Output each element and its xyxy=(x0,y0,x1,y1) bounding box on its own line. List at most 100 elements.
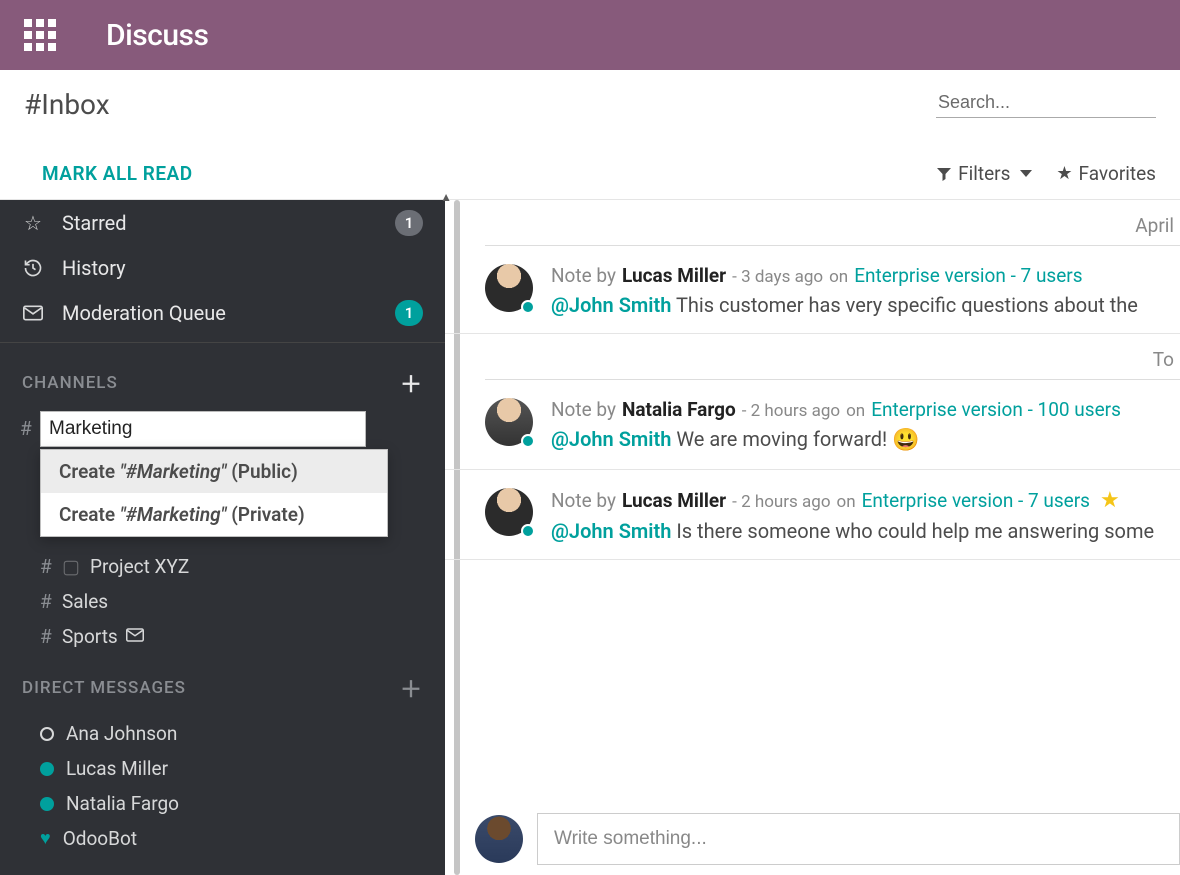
heart-icon: ♥ xyxy=(40,828,51,849)
envelope-icon xyxy=(126,627,144,647)
channel-name-input[interactable] xyxy=(40,411,366,447)
note-by-label: Note by xyxy=(551,398,616,421)
note-by-label: Note by xyxy=(551,264,616,287)
sidebar-item-label: History xyxy=(62,256,423,280)
author-name: Lucas Miller xyxy=(622,264,726,287)
presence-online-icon xyxy=(521,434,535,448)
presence-online-icon xyxy=(40,762,54,776)
message-header: Note by Natalia Fargo - 2 hours ago on E… xyxy=(551,398,1180,421)
mention[interactable]: @John Smith xyxy=(551,519,671,543)
composer xyxy=(475,813,1180,865)
date-separator: April xyxy=(485,200,1180,246)
channel-item[interactable]: # Sports xyxy=(40,619,445,654)
message-body: We are moving forward! xyxy=(676,427,892,451)
apps-grid-icon[interactable] xyxy=(24,19,56,51)
search-input[interactable] xyxy=(936,88,1156,118)
message-header: Note by Lucas Miller - 2 hours ago on En… xyxy=(551,488,1180,513)
avatar xyxy=(485,488,533,536)
channel-label: Sports xyxy=(62,625,118,648)
filters-button[interactable]: Filters xyxy=(936,162,1032,185)
on-label: on xyxy=(846,401,865,421)
message-time: - 2 hours ago xyxy=(742,401,840,421)
content-area: April Note by Lucas Miller - 3 days ago … xyxy=(445,200,1180,875)
channel-item[interactable]: # ▢ Project XYZ xyxy=(40,549,445,584)
message-body: Is there someone who could help me answe… xyxy=(676,519,1154,543)
channel-label: Project XYZ xyxy=(90,555,189,578)
badge: 1 xyxy=(395,300,423,326)
hash-icon: # xyxy=(40,590,54,613)
avatar xyxy=(485,398,533,446)
channel-item[interactable]: # Sales xyxy=(40,584,445,619)
message-text: @John Smith This customer has very speci… xyxy=(551,293,1180,317)
dm-item[interactable]: Ana Johnson xyxy=(40,716,445,751)
emoji-icon: 😃 xyxy=(892,428,919,453)
hash-icon: # xyxy=(40,555,54,578)
channels-heading: CHANNELS xyxy=(22,373,118,393)
channels-heading-row: CHANNELS ＋ xyxy=(0,353,445,409)
mark-all-read-button[interactable]: MARK ALL READ xyxy=(24,162,193,185)
main: ▲ ☆ Starred 1 History Moderation Queue 1 xyxy=(0,200,1180,875)
message: Note by Lucas Miller - 3 days ago on Ent… xyxy=(445,246,1180,334)
author-name: Lucas Miller xyxy=(622,489,726,512)
create-suffix: (Private) xyxy=(231,503,304,526)
message-text: @John Smith Is there someone who could h… xyxy=(551,519,1180,543)
dm-name: Ana Johnson xyxy=(66,722,177,745)
record-link[interactable]: Enterprise version - 7 users xyxy=(862,489,1090,512)
dm-heading: DIRECT MESSAGES xyxy=(22,678,186,698)
sidebar-item-label: Moderation Queue xyxy=(62,301,377,325)
history-icon xyxy=(22,258,44,278)
date-separator: To xyxy=(485,334,1180,380)
dm-list: Ana Johnson Lucas Miller Natalia Fargo ♥… xyxy=(0,714,445,860)
channel-create-wrap: # Create "#Marketing" (Public) Create "#… xyxy=(40,411,445,447)
create-term: "#Marketing" xyxy=(120,460,227,483)
message-body: This customer has very specific question… xyxy=(676,293,1138,317)
badge: 1 xyxy=(395,210,423,236)
add-channel-button[interactable]: ＋ xyxy=(400,367,423,399)
current-user-avatar xyxy=(475,815,523,863)
sidebar-item-starred[interactable]: ☆ Starred 1 xyxy=(0,200,445,246)
message-time: - 3 days ago xyxy=(732,267,823,287)
filter-group: Filters ★ Favorites xyxy=(936,162,1156,185)
record-link[interactable]: Enterprise version - 7 users xyxy=(854,264,1082,287)
dm-name: Lucas Miller xyxy=(66,757,168,780)
record-link[interactable]: Enterprise version - 100 users xyxy=(871,398,1121,421)
message: Note by Lucas Miller - 2 hours ago on En… xyxy=(445,470,1180,560)
create-private-option[interactable]: Create "#Marketing" (Private) xyxy=(41,493,387,536)
author-name: Natalia Fargo xyxy=(622,398,736,421)
create-term: "#Marketing" xyxy=(120,503,227,526)
dm-name: Natalia Fargo xyxy=(66,792,179,815)
channel-create-dropdown: Create "#Marketing" (Public) Create "#Ma… xyxy=(40,449,388,537)
sidebar-item-moderation[interactable]: Moderation Queue 1 xyxy=(0,290,445,336)
create-suffix: (Public) xyxy=(231,460,298,483)
hash-icon: # xyxy=(40,625,54,648)
create-word: Create xyxy=(59,503,115,526)
sidebar-item-history[interactable]: History xyxy=(0,246,445,290)
message: Note by Natalia Fargo - 2 hours ago on E… xyxy=(445,380,1180,470)
favorites-button[interactable]: ★ Favorites xyxy=(1056,162,1156,185)
envelope-icon xyxy=(22,305,44,321)
presence-online-icon xyxy=(521,524,535,538)
page-title: #Inbox xyxy=(24,88,110,121)
star-favorite-icon[interactable]: ★ xyxy=(1100,488,1120,513)
dm-item[interactable]: Lucas Miller xyxy=(40,751,445,786)
caret-down-icon xyxy=(1020,170,1032,177)
star-outline-icon: ☆ xyxy=(22,211,44,235)
create-public-option[interactable]: Create "#Marketing" (Public) xyxy=(41,450,387,493)
mention[interactable]: @John Smith xyxy=(551,427,671,451)
on-label: on xyxy=(829,267,848,287)
create-word: Create xyxy=(59,460,115,483)
dm-item[interactable]: ♥ OdooBot xyxy=(40,821,445,856)
dm-heading-row: DIRECT MESSAGES ＋ xyxy=(0,658,445,714)
star-icon: ★ xyxy=(1056,163,1072,184)
message-header: Note by Lucas Miller - 3 days ago on Ent… xyxy=(551,264,1180,287)
composer-input[interactable] xyxy=(537,813,1180,865)
presence-offline-icon xyxy=(40,727,54,741)
sidebar: ▲ ☆ Starred 1 History Moderation Queue 1 xyxy=(0,200,445,875)
search-wrap xyxy=(936,88,1156,118)
filters-label: Filters xyxy=(958,162,1010,185)
funnel-icon xyxy=(936,166,952,182)
add-dm-button[interactable]: ＋ xyxy=(400,672,423,704)
mention[interactable]: @John Smith xyxy=(551,293,671,317)
dm-item[interactable]: Natalia Fargo xyxy=(40,786,445,821)
subheader: #Inbox MARK ALL READ Filters ★ Favorites xyxy=(0,70,1180,200)
